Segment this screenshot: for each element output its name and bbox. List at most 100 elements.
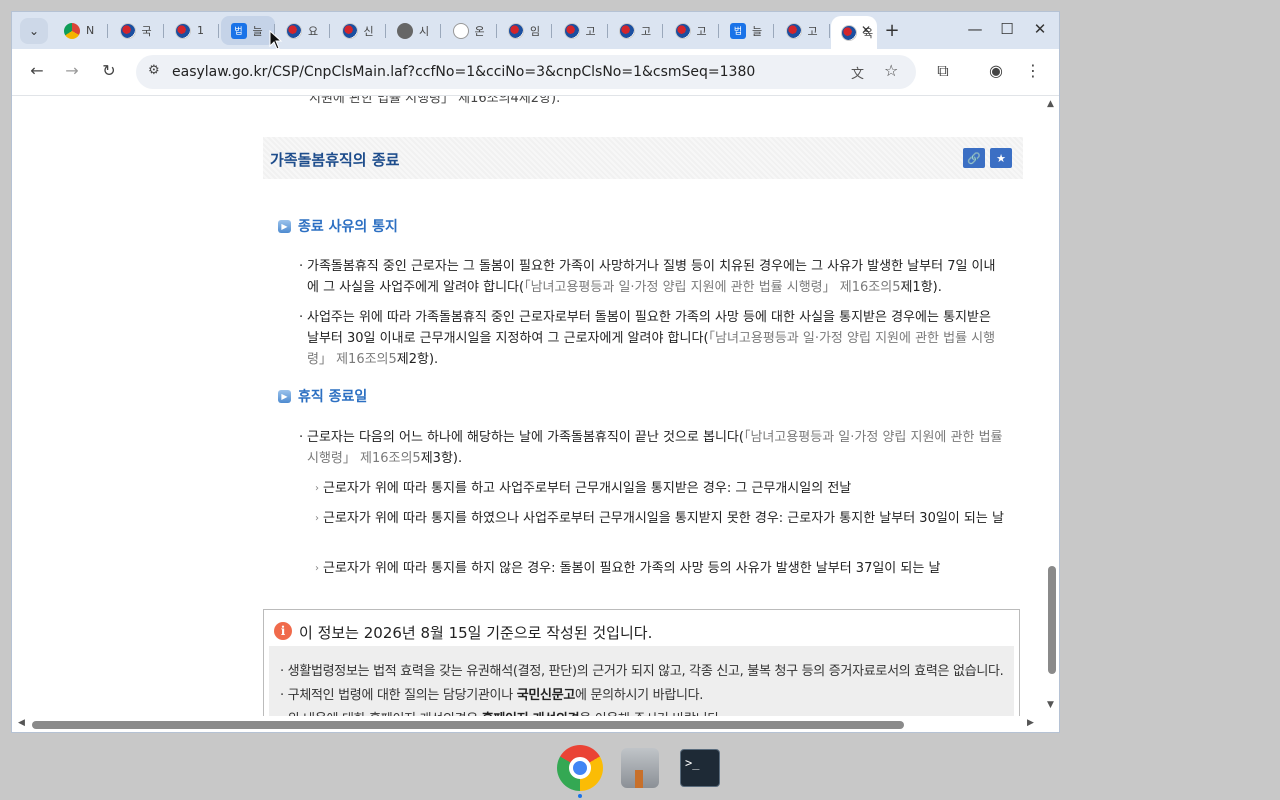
- menu-icon[interactable]: ⋮: [1022, 61, 1044, 80]
- link-copy-button[interactable]: 🔗: [963, 148, 985, 168]
- back-button[interactable]: ←: [26, 61, 48, 80]
- sinmungo-link[interactable]: 국민신문고: [517, 688, 576, 703]
- browser-tab[interactable]: 1: [165, 16, 219, 45]
- chevron-right-icon: ›: [315, 483, 319, 494]
- easylaw-icon: 법: [230, 22, 247, 39]
- tab-label: 온: [474, 24, 485, 38]
- tab-label: 늘: [252, 24, 263, 38]
- browser-tab[interactable]: 시: [387, 16, 441, 45]
- chevron-right-icon: ›: [315, 563, 319, 574]
- favorite-button[interactable]: ★: [990, 148, 1012, 168]
- kr-flag-icon: [563, 22, 580, 39]
- new-tab-button[interactable]: +: [882, 20, 902, 41]
- tab-label: 국: [141, 24, 152, 38]
- browser-tab[interactable]: 고: [609, 16, 663, 45]
- extensions-icon[interactable]: ⧉: [932, 61, 954, 81]
- url-text: easylaw.go.kr/CSP/CnpClsMain.laf?ccfNo=1…: [172, 64, 756, 80]
- forward-button[interactable]: →: [61, 61, 83, 80]
- maximize-button[interactable]: ☐: [997, 20, 1017, 38]
- law-reference-link[interactable]: 「남녀고용평등과 일·가정 양립 지원에 관한 법률 시행령」 제16조의5: [524, 280, 900, 295]
- sub-list-item: › 근로자가 위에 따라 통지를 하였으나 사업주로부터 근무개시일을 통지받지…: [315, 509, 1013, 529]
- arrow-left-icon: ←: [30, 61, 44, 80]
- easylaw-icon: 법: [730, 22, 746, 39]
- horizontal-scrollbar[interactable]: ◀ ▶: [12, 716, 1059, 732]
- browser-tab[interactable]: 요: [276, 16, 330, 45]
- tab-label: N: [86, 24, 95, 37]
- vertical-scroll-thumb[interactable]: [1048, 566, 1056, 674]
- browser-tab[interactable]: 고: [776, 16, 830, 45]
- browser-tab[interactable]: 법늘: [720, 16, 774, 45]
- scroll-right-icon[interactable]: ▶: [1027, 718, 1034, 728]
- globe-icon: [397, 22, 413, 39]
- kr-flag-icon: [119, 22, 136, 39]
- kr-flag-icon: [785, 22, 802, 39]
- address-bar[interactable]: ⚙ easylaw.go.kr/CSP/CnpClsMain.laf?ccfNo…: [136, 55, 916, 89]
- tab-label: 고: [585, 24, 596, 38]
- browser-tab[interactable]: 임: [498, 16, 552, 45]
- close-window-button[interactable]: ✕: [1030, 20, 1050, 38]
- tab-label: 시: [419, 24, 430, 38]
- info-title: 이 정보는 2026년 8월 15일 기준으로 작성된 것입니다.: [299, 624, 653, 642]
- tab-separator: [218, 24, 219, 38]
- tab-separator: [828, 24, 830, 38]
- tab-label: 임: [530, 24, 541, 38]
- close-tab-icon[interactable]: ✕: [861, 23, 871, 37]
- sub-list-item: › 근로자가 위에 따라 통지를 하지 않은 경우: 돌봄이 필요한 가족의 사…: [315, 559, 1013, 579]
- tab-separator: [773, 24, 774, 38]
- scroll-down-icon[interactable]: ▼: [1047, 700, 1054, 710]
- kr-flag-icon: [508, 22, 524, 39]
- subsection-title: ▶ 종료 사유의 통지: [278, 216, 398, 236]
- browser-tab[interactable]: 온: [443, 16, 497, 45]
- kr-flag-icon: [175, 22, 191, 39]
- profile-icon[interactable]: ◉: [985, 61, 1007, 80]
- browser-tab[interactable]: N: [54, 16, 108, 45]
- site-info-icon[interactable]: ⚙: [148, 63, 160, 78]
- tab-label: 신: [363, 24, 374, 38]
- tab-label: 고: [807, 24, 818, 38]
- list-item: · 근로자는 다음의 어느 하나에 해당하는 날에 가족돌봄휴직이 끝난 것으로…: [299, 430, 1003, 466]
- tab-label: 고: [696, 24, 707, 38]
- vertical-scrollbar[interactable]: ▲ ▼: [1045, 96, 1059, 716]
- kr-flag-icon: [619, 22, 635, 39]
- misc-icon: [452, 22, 469, 39]
- tab-search-button[interactable]: ⌄: [20, 18, 48, 44]
- chevron-down-icon: ⌄: [28, 24, 40, 38]
- reload-button[interactable]: ↻: [98, 61, 120, 80]
- tab-separator: [662, 24, 663, 38]
- info-notice-box: i 이 정보는 2026년 8월 15일 기준으로 작성된 것입니다. · 생활…: [263, 609, 1020, 732]
- info-icon: i: [274, 622, 292, 640]
- arrow-right-icon: →: [65, 61, 79, 80]
- sub-list-item: › 근로자가 위에 따라 통지를 하고 사업주로부터 근무개시일을 통지받은 경…: [315, 479, 1013, 499]
- tab-separator: [384, 24, 386, 38]
- section-header: 가족돌봄휴직의 종료 🔗 ★: [263, 137, 1023, 179]
- kr-flag-icon: [841, 24, 857, 41]
- tab-separator: [162, 24, 164, 38]
- running-indicator: [578, 794, 582, 798]
- browser-tab[interactable]: 고: [665, 16, 719, 45]
- star-icon: ★: [996, 151, 1006, 165]
- tab-label: 고: [641, 24, 652, 38]
- tab-separator: [606, 24, 608, 38]
- settings-app-icon[interactable]: [616, 744, 664, 792]
- browser-tab[interactable]: 국: [110, 16, 164, 45]
- list-item: · 사업주는 위에 따라 가족돌봄휴직 중인 근로자로부터 돌봄이 필요한 가족…: [299, 310, 996, 367]
- terminal-app-icon[interactable]: >_: [676, 744, 724, 792]
- scroll-up-icon[interactable]: ▲: [1047, 99, 1054, 109]
- tab-separator: [107, 24, 108, 38]
- browser-tab[interactable]: 고: [554, 16, 608, 45]
- info-line: · 생활법령정보는 법적 효력을 갖는 유권해석(결정, 판단)의 근거가 되지…: [280, 664, 1004, 679]
- tab-label: 요: [308, 24, 319, 38]
- translate-icon[interactable]: 文: [851, 63, 864, 82]
- minimize-button[interactable]: —: [965, 20, 985, 38]
- horizontal-scroll-thumb[interactable]: [32, 721, 904, 729]
- browser-tab[interactable]: 육 ✕: [831, 16, 877, 49]
- scroll-left-icon[interactable]: ◀: [18, 718, 25, 728]
- link-icon: 🔗: [967, 151, 981, 165]
- page-viewport: 지원에 관한 법률 시행령」 제16조의4제2항). 가족돌봄휴직의 종료 🔗 …: [12, 96, 1059, 732]
- browser-toolbar: ← → ↻ ⚙ easylaw.go.kr/CSP/CnpClsMain.laf…: [12, 49, 1059, 96]
- chrome-app-icon[interactable]: [556, 744, 604, 792]
- browser-window: ⌄ N 국 1 법 늘 요 신 시 온 임 고 고 고 법 늘 고 육 ✕ + — ☐ ✕ ← → ↻ ⚙ eas…: [12, 12, 1059, 732]
- browser-tab[interactable]: 법늘: [220, 16, 275, 45]
- browser-tab[interactable]: 신: [332, 16, 386, 45]
- bookmark-star-icon[interactable]: ☆: [884, 61, 898, 80]
